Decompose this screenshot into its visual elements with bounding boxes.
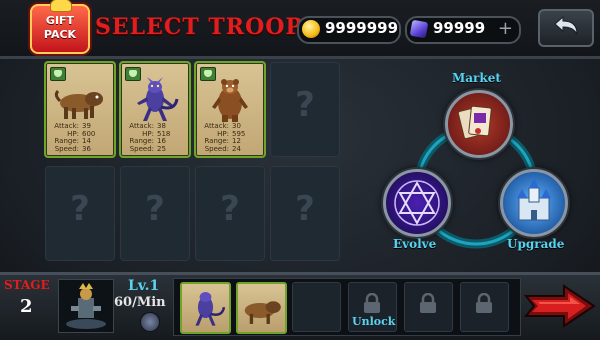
lock-icon — [476, 293, 492, 313]
troop-card-bear[interactable]: Attack: 30 HP: 595 Range: 12 Speed: 24 — [194, 61, 266, 158]
squad-slot-locked[interactable] — [404, 282, 453, 332]
coin-icon — [302, 20, 320, 38]
upgrade-button[interactable] — [500, 169, 568, 237]
resource-rate: 60/Min — [114, 295, 166, 310]
back-button[interactable] — [538, 9, 594, 47]
cards-icon — [457, 105, 492, 140]
bear-creature-icon — [212, 79, 248, 122]
troop-stats: Attack: 38 HP: 518 Range: 16 Speed: 25 — [129, 122, 171, 153]
evolve-button[interactable] — [383, 169, 451, 237]
gift-label-line1: GIFT — [45, 14, 75, 27]
troop-stats: Attack: 39 HP: 600 Range: 14 Speed: 36 — [54, 122, 96, 153]
gem-amount: 99999 — [433, 19, 486, 37]
question-mark-icon: ? — [220, 189, 240, 229]
hexagram-icon — [394, 180, 440, 226]
warrior-icon — [66, 283, 106, 329]
gift-pack-button[interactable]: GIFT PACK — [30, 0, 90, 54]
lock-icon — [420, 293, 436, 313]
dog-creature-icon — [244, 301, 281, 324]
troop-card-hound[interactable]: Attack: 39 HP: 600 Range: 14 Speed: 36 — [44, 61, 116, 158]
market-label: Market — [452, 71, 501, 85]
lock-icon — [364, 293, 380, 313]
stage-label: STAGE — [4, 278, 50, 292]
empty-troop-slot[interactable]: ? — [195, 166, 265, 261]
squad-slot-locked[interactable] — [460, 282, 509, 332]
question-mark-icon: ? — [70, 189, 90, 229]
upgrade-label: Upgrade — [507, 237, 565, 251]
question-mark-icon: ? — [295, 189, 315, 229]
castle-icon — [517, 178, 551, 221]
market-button[interactable] — [445, 90, 513, 158]
empty-troop-slot[interactable]: ? — [270, 166, 340, 261]
page-title: SELECT TROOPS — [95, 14, 320, 40]
gift-label-line2: PACK — [43, 28, 77, 41]
empty-troop-slot[interactable]: ? — [120, 166, 190, 261]
unlock-label[interactable]: Unlock — [352, 315, 395, 328]
player-level: Lv.1 — [128, 278, 160, 294]
dog-creature-icon — [54, 89, 103, 119]
mana-orb-icon[interactable] — [140, 312, 160, 332]
coin-counter: 9999999 — [297, 16, 401, 44]
empty-troop-slot[interactable]: ? — [45, 166, 115, 261]
squad-slot-empty[interactable] — [292, 282, 341, 332]
question-mark-icon: ? — [295, 85, 315, 125]
troop-stats: Attack: 30 HP: 595 Range: 12 Speed: 24 — [204, 122, 246, 153]
game-screen: GIFT PACK SELECT TROOPS 9999999 99999 + … — [0, 0, 600, 340]
stage-number: 2 — [20, 296, 33, 317]
question-mark-icon: ? — [145, 189, 165, 229]
squad-slot-wolf[interactable] — [180, 282, 231, 334]
evolve-label: Evolve — [393, 237, 437, 251]
coin-amount: 9999999 — [325, 19, 399, 37]
empty-troop-slot[interactable]: ? — [270, 62, 340, 157]
hero-portrait[interactable] — [58, 279, 114, 333]
wolf-creature-icon — [195, 292, 226, 326]
back-arrow-icon — [554, 16, 578, 36]
gem-counter: 99999 + — [405, 16, 521, 44]
start-battle-button[interactable] — [523, 282, 596, 330]
squad-slot-hound[interactable] — [236, 282, 287, 334]
troop-card-wolf[interactable]: Attack: 38 HP: 518 Range: 16 Speed: 25 — [119, 61, 191, 158]
arrow-right-icon — [523, 284, 596, 328]
gift-bow-icon — [50, 0, 72, 12]
gem-icon — [409, 19, 429, 39]
wolf-creature-icon — [137, 77, 179, 121]
add-gems-button[interactable]: + — [498, 18, 513, 39]
